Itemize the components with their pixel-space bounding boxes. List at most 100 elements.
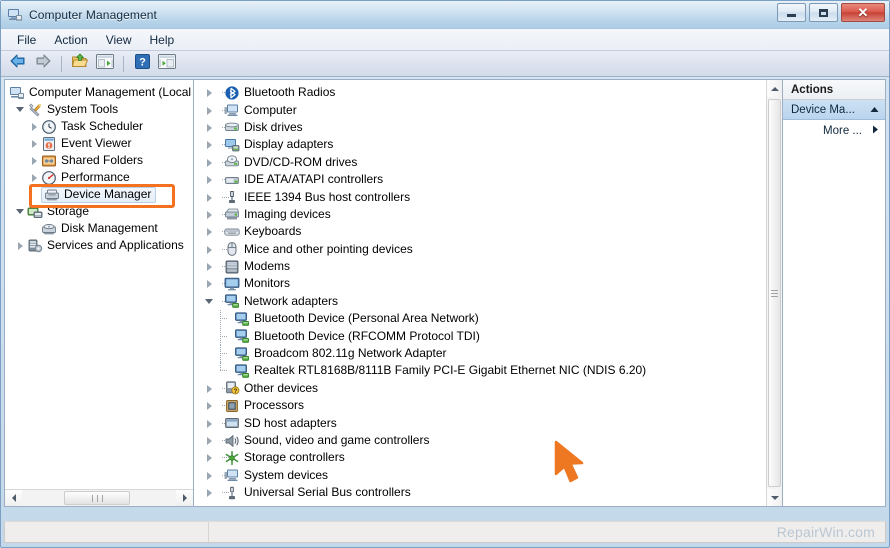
device-tree-item[interactable]: Sound, video and game controllers bbox=[194, 432, 766, 449]
minimize-button[interactable] bbox=[777, 3, 806, 22]
expander-icon[interactable] bbox=[204, 487, 215, 498]
chevron-up-icon bbox=[770, 86, 779, 91]
vscroll-thumb[interactable] bbox=[768, 99, 781, 487]
device-tree-item[interactable]: Mice and other pointing devices bbox=[194, 241, 766, 258]
device-tree-item[interactable]: Keyboards bbox=[194, 223, 766, 240]
device-tree-item[interactable]: DVD/CD-ROM drives bbox=[194, 154, 766, 171]
tree-item-shared-folders[interactable]: Shared Folders bbox=[5, 152, 193, 169]
tree-item-storage[interactable]: Storage bbox=[5, 203, 193, 220]
device-tree-item[interactable]: Network adapters bbox=[194, 293, 766, 310]
device-manager-icon bbox=[44, 187, 60, 203]
vscroll-up-arrow[interactable] bbox=[767, 80, 782, 97]
device-tree-item-label: Bluetooth Radios bbox=[244, 85, 336, 100]
device-tree-item[interactable]: Display adapters bbox=[194, 136, 766, 153]
expander-icon[interactable] bbox=[204, 261, 215, 272]
tree-connector bbox=[216, 154, 229, 171]
expander-icon[interactable] bbox=[29, 172, 40, 183]
menu-action[interactable]: Action bbox=[45, 31, 96, 49]
device-tree-item[interactable]: Bluetooth Radios bbox=[194, 84, 766, 101]
device-tree-item[interactable]: System devices bbox=[194, 467, 766, 484]
device-tree-item[interactable]: Realtek RTL8168B/8111B Family PCI-E Giga… bbox=[194, 362, 766, 379]
device-tree-item[interactable]: IDE ATA/ATAPI controllers bbox=[194, 171, 766, 188]
device-tree-item[interactable]: IEEE 1394 Bus host controllers bbox=[194, 188, 766, 205]
expander-icon[interactable] bbox=[204, 296, 215, 307]
keyboard-icon bbox=[224, 224, 240, 240]
tree-item-device-manager[interactable]: Device Manager bbox=[5, 186, 193, 203]
expander-icon[interactable] bbox=[204, 470, 215, 481]
expander-icon[interactable] bbox=[204, 244, 215, 255]
device-tree-item[interactable]: Disk drives bbox=[194, 119, 766, 136]
tree-item-disk-management[interactable]: Disk Management bbox=[5, 220, 193, 237]
expander-icon[interactable] bbox=[204, 105, 215, 116]
forward-button[interactable] bbox=[32, 53, 54, 75]
device-tree-item[interactable]: Storage controllers bbox=[194, 449, 766, 466]
menu-view[interactable]: View bbox=[97, 31, 141, 49]
hscroll-track[interactable] bbox=[22, 490, 176, 506]
tree-item-event-viewer[interactable]: Event Viewer bbox=[5, 135, 193, 152]
device-tree-item-label: Monitors bbox=[244, 276, 291, 291]
expander-icon[interactable] bbox=[204, 87, 215, 98]
device-tree-item[interactable]: Universal Serial Bus controllers bbox=[194, 484, 766, 501]
device-tree-item[interactable]: Bluetooth Device (RFCOMM Protocol TDI) bbox=[194, 327, 766, 345]
hscroll-left-arrow[interactable] bbox=[5, 490, 22, 506]
tree-item-system-tools[interactable]: System Tools bbox=[5, 101, 193, 118]
console-tree-hscrollbar[interactable] bbox=[5, 489, 193, 506]
ieee1394-icon bbox=[224, 189, 240, 205]
maximize-button[interactable] bbox=[809, 3, 838, 22]
expander-icon[interactable] bbox=[204, 209, 215, 220]
device-tree-item[interactable]: Computer bbox=[194, 101, 766, 118]
expander-icon[interactable] bbox=[204, 122, 215, 133]
device-tree-item[interactable]: Monitors bbox=[194, 275, 766, 292]
expander-icon[interactable] bbox=[204, 174, 215, 185]
device-tree-item[interactable]: Modems bbox=[194, 258, 766, 275]
device-tree-item[interactable]: Processors bbox=[194, 397, 766, 414]
tree-item-performance[interactable]: Performance bbox=[5, 169, 193, 186]
expander-icon[interactable] bbox=[29, 121, 40, 132]
expander-icon[interactable] bbox=[204, 383, 215, 394]
menu-help[interactable]: Help bbox=[141, 31, 184, 49]
actions-item-more[interactable]: More ... bbox=[783, 120, 885, 142]
sound-controller-icon bbox=[224, 433, 240, 449]
expander-icon[interactable] bbox=[204, 418, 215, 429]
expander-icon[interactable] bbox=[204, 192, 215, 203]
close-button[interactable]: ✕ bbox=[841, 3, 885, 22]
svg-text:?: ? bbox=[234, 389, 238, 395]
expander-icon[interactable] bbox=[29, 155, 40, 166]
device-tree-item[interactable]: Imaging devices bbox=[194, 206, 766, 223]
device-tree-item[interactable]: SD host adapters bbox=[194, 414, 766, 431]
expander-icon[interactable] bbox=[204, 226, 215, 237]
show-hide-action-pane-button[interactable] bbox=[156, 53, 178, 75]
tree-item-task-scheduler[interactable]: Task Scheduler bbox=[5, 118, 193, 135]
hscroll-thumb[interactable] bbox=[64, 491, 130, 505]
expander-icon[interactable] bbox=[204, 278, 215, 289]
tree-item-services-and-applications[interactable]: Services and Applications bbox=[5, 237, 193, 254]
expander-icon[interactable] bbox=[204, 435, 215, 446]
expander-icon[interactable] bbox=[204, 139, 215, 150]
expander-icon[interactable] bbox=[204, 452, 215, 463]
expander-icon[interactable] bbox=[15, 206, 26, 217]
device-tree-item[interactable]: Broadcom 802.11g Network Adapter bbox=[194, 345, 766, 363]
up-one-level-button[interactable] bbox=[69, 53, 91, 75]
back-button[interactable] bbox=[7, 53, 29, 75]
device-tree-item-label: Disk drives bbox=[244, 119, 303, 134]
help-button[interactable]: ? bbox=[131, 53, 153, 75]
actions-group-device-manager[interactable]: Device Ma... bbox=[783, 100, 885, 120]
device-tree-vscrollbar[interactable] bbox=[766, 80, 782, 506]
expander-icon[interactable] bbox=[29, 138, 40, 149]
tree-item-computer-management[interactable]: Computer Management (Local bbox=[5, 84, 193, 101]
show-hide-console-tree-button[interactable] bbox=[94, 53, 116, 75]
menu-file[interactable]: File bbox=[8, 31, 45, 49]
device-tree-item[interactable]: Bluetooth Device (Personal Area Network) bbox=[194, 310, 766, 328]
vscroll-down-arrow[interactable] bbox=[767, 489, 782, 506]
tree-item-label: Storage bbox=[47, 204, 90, 218]
expander-icon[interactable] bbox=[15, 104, 26, 115]
tree-connector bbox=[216, 415, 229, 432]
expander-icon[interactable] bbox=[204, 157, 215, 168]
device-tree-item[interactable]: ? Other devices bbox=[194, 380, 766, 397]
expander-icon[interactable] bbox=[204, 400, 215, 411]
expander-icon[interactable] bbox=[15, 240, 26, 251]
tree-item-label: Disk Management bbox=[61, 221, 158, 235]
hscroll-right-arrow[interactable] bbox=[176, 490, 193, 506]
status-bar: RepairWin.com bbox=[4, 521, 886, 543]
device-tree-item-label: Computer bbox=[244, 102, 297, 117]
